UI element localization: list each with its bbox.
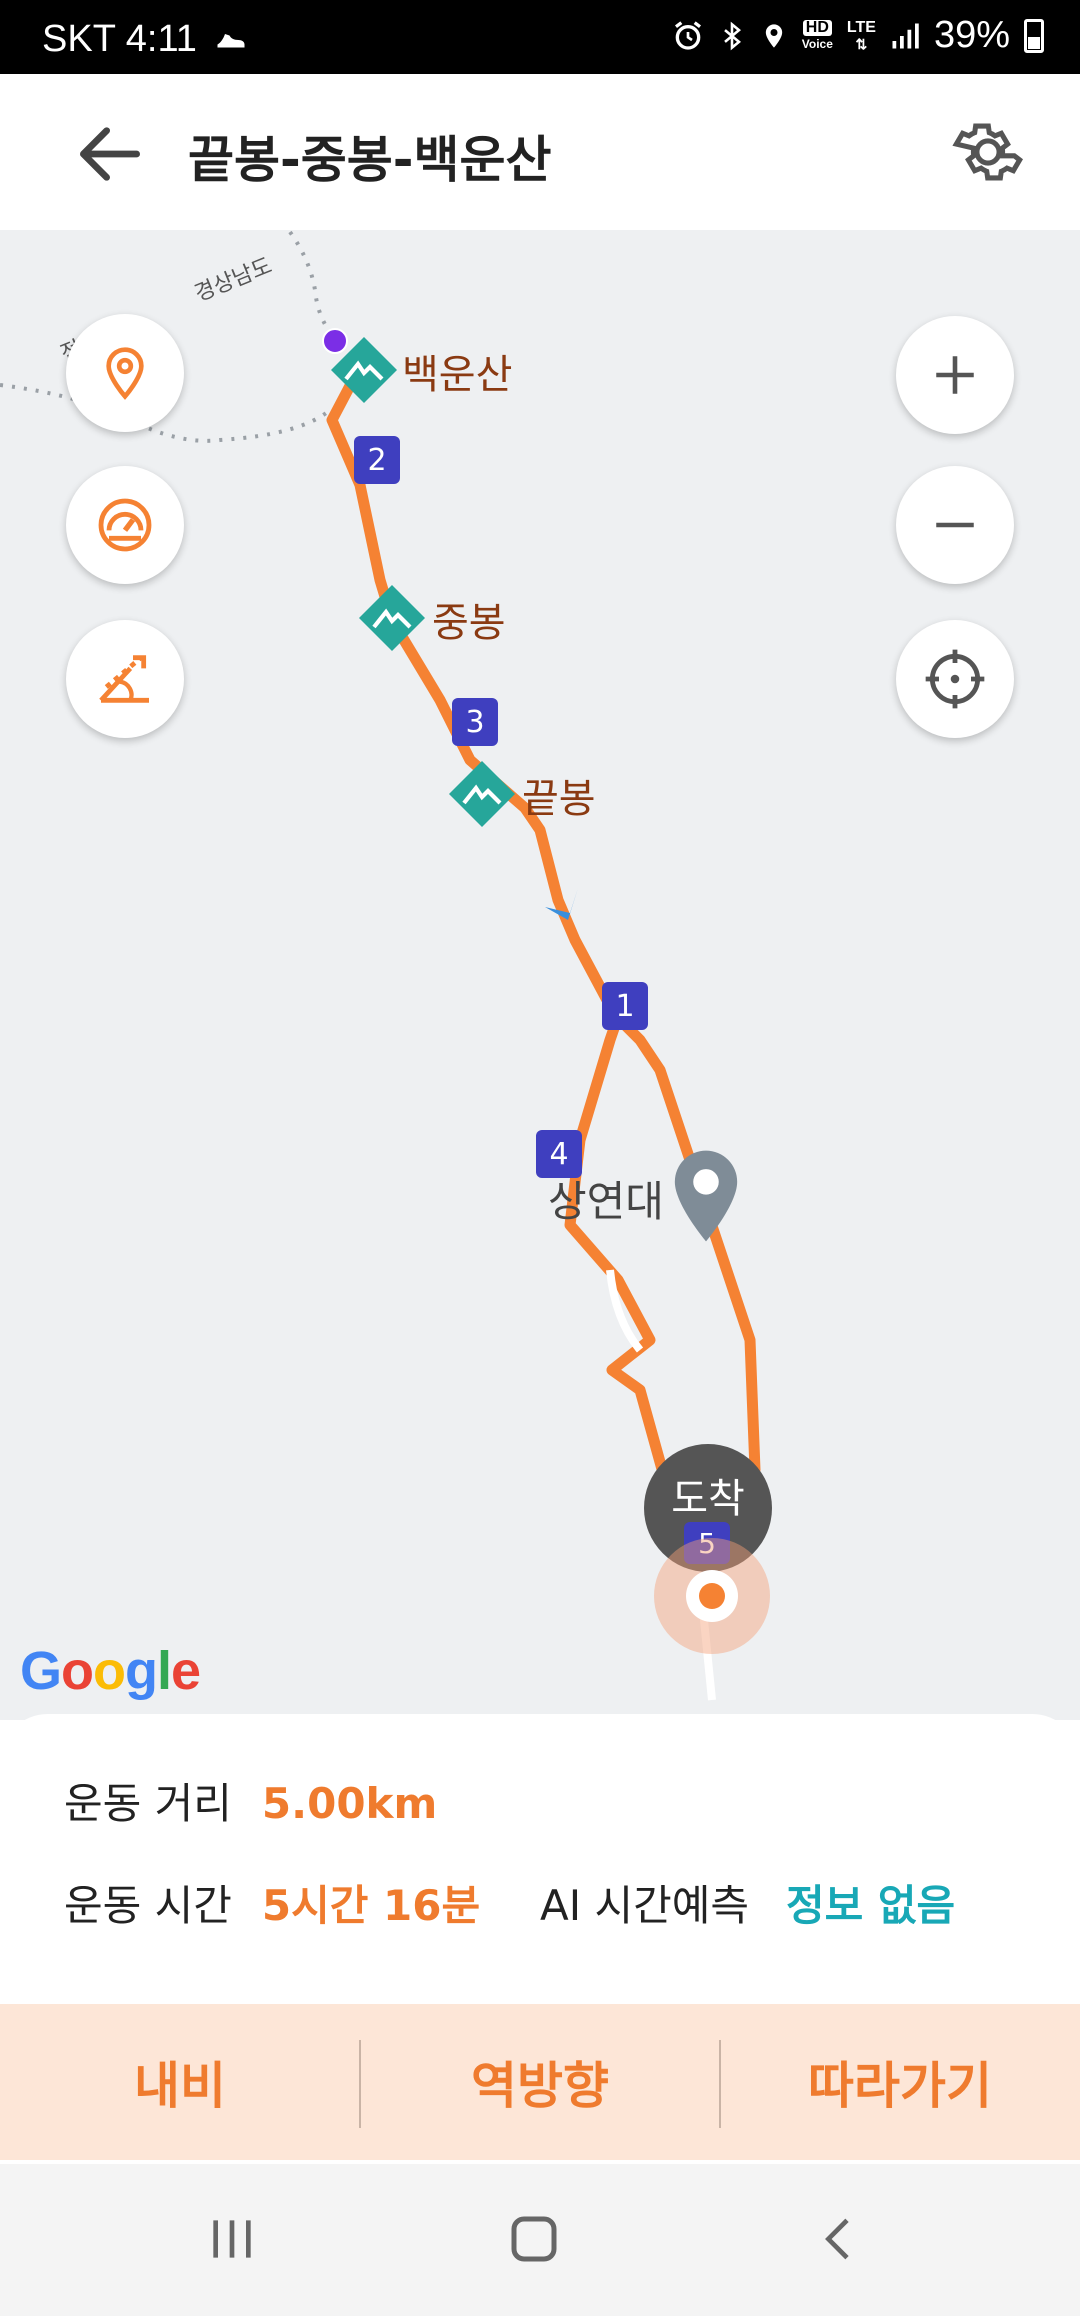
mountain-icon: [359, 585, 425, 651]
lte-icon: LTE ⇅: [846, 18, 876, 52]
time-label: 운동 시간: [64, 1881, 232, 1930]
status-left: SKT 4:11: [42, 18, 249, 61]
hd-voice-icon: HD Voice: [801, 18, 833, 51]
distance-value: 5.00km: [261, 1779, 438, 1828]
app-header: 끝봉-중봉-백운산: [0, 74, 1080, 230]
peak-label: 백운산: [402, 352, 513, 398]
home-icon: [511, 2216, 557, 2262]
status-bar: SKT 4:11 HD Voice LTE ⇅ 39%: [0, 0, 1080, 74]
route-layer: [0, 230, 761, 1701]
mountain-icon: [449, 761, 515, 827]
crosshair-icon: [925, 649, 985, 709]
carrier-time: SKT 4:11: [42, 18, 197, 60]
waypoint-marker[interactable]: 3: [452, 698, 498, 746]
alarm-icon: [674, 20, 701, 50]
follow-button[interactable]: 따라가기: [720, 2004, 1080, 2160]
course-info-panel: 운동 거리 5.00km 운동 시간 5시간 16분 AI 시간예측 정보 없음: [0, 1714, 1080, 2004]
my-location-button[interactable]: [896, 620, 1014, 738]
bluetooth-icon: [723, 21, 741, 50]
waypoint-marker[interactable]: 2: [354, 436, 400, 484]
elevation-button[interactable]: [66, 620, 184, 738]
elevation-icon: [99, 655, 149, 703]
location-icon: [765, 23, 782, 48]
peak-icon[interactable]: [446, 758, 518, 834]
action-bar: 내비 역방향 따라가기: [0, 2004, 1080, 2160]
page-title: 끝봉-중봉-백운산: [188, 131, 552, 189]
waypoint-marker[interactable]: 1: [602, 982, 648, 1030]
navi-button[interactable]: 내비: [0, 2004, 360, 2160]
ai-prediction-value: 정보 없음: [786, 1881, 956, 1930]
ai-prediction-label: AI 시간예측: [540, 1881, 750, 1930]
map-view[interactable]: 경상남도 전라남도 백운산 중봉 끝봉 2 3 1 4 상연대 도착 5: [0, 230, 1080, 1720]
gear-icon: [952, 123, 1023, 181]
place-label: 상연대: [548, 1177, 664, 1226]
peak-label: 끝봉: [522, 776, 596, 822]
minus-icon: [936, 522, 974, 528]
status-right: HD Voice LTE ⇅ 39%: [672, 14, 1044, 57]
back-nav-button[interactable]: [800, 2204, 880, 2274]
location-pin-icon: [106, 347, 144, 400]
google-logo: Google: [20, 1641, 201, 1701]
time-value: 5시간 16분: [261, 1881, 481, 1930]
reverse-button[interactable]: 역방향: [360, 2004, 720, 2160]
settings-button[interactable]: [950, 114, 1026, 190]
current-location-icon: [654, 1538, 770, 1654]
zoom-out-button[interactable]: [896, 466, 1014, 584]
poi-button[interactable]: [66, 314, 184, 432]
shoe-icon: [217, 33, 245, 47]
peak-icon[interactable]: [356, 582, 428, 658]
chevron-left-icon: [825, 2218, 849, 2260]
distance-row: 운동 거리 5.00km: [64, 1770, 437, 1831]
battery-text: 39%: [933, 14, 1010, 56]
recent-apps-button[interactable]: [192, 2204, 272, 2274]
speedometer-icon: [98, 498, 152, 552]
time-row: 운동 시간 5시간 16분: [64, 1872, 480, 1933]
recent-apps-icon: [213, 2220, 251, 2258]
distance-label: 운동 거리: [64, 1779, 232, 1828]
arrow-left-icon: [80, 127, 141, 181]
signal-icon: [892, 23, 919, 48]
plus-icon: [936, 356, 974, 394]
system-nav-bar: [0, 2164, 1080, 2316]
start-marker-icon: [322, 328, 348, 354]
home-button[interactable]: [494, 2204, 574, 2274]
peak-label: 중봉: [432, 600, 506, 646]
place-pin-icon[interactable]: [672, 1150, 740, 1246]
map-pin-icon: [674, 1150, 738, 1242]
speedometer-button[interactable]: [66, 466, 184, 584]
back-button[interactable]: [70, 114, 150, 194]
battery-icon: [1024, 18, 1044, 53]
zoom-in-button[interactable]: [896, 316, 1014, 434]
